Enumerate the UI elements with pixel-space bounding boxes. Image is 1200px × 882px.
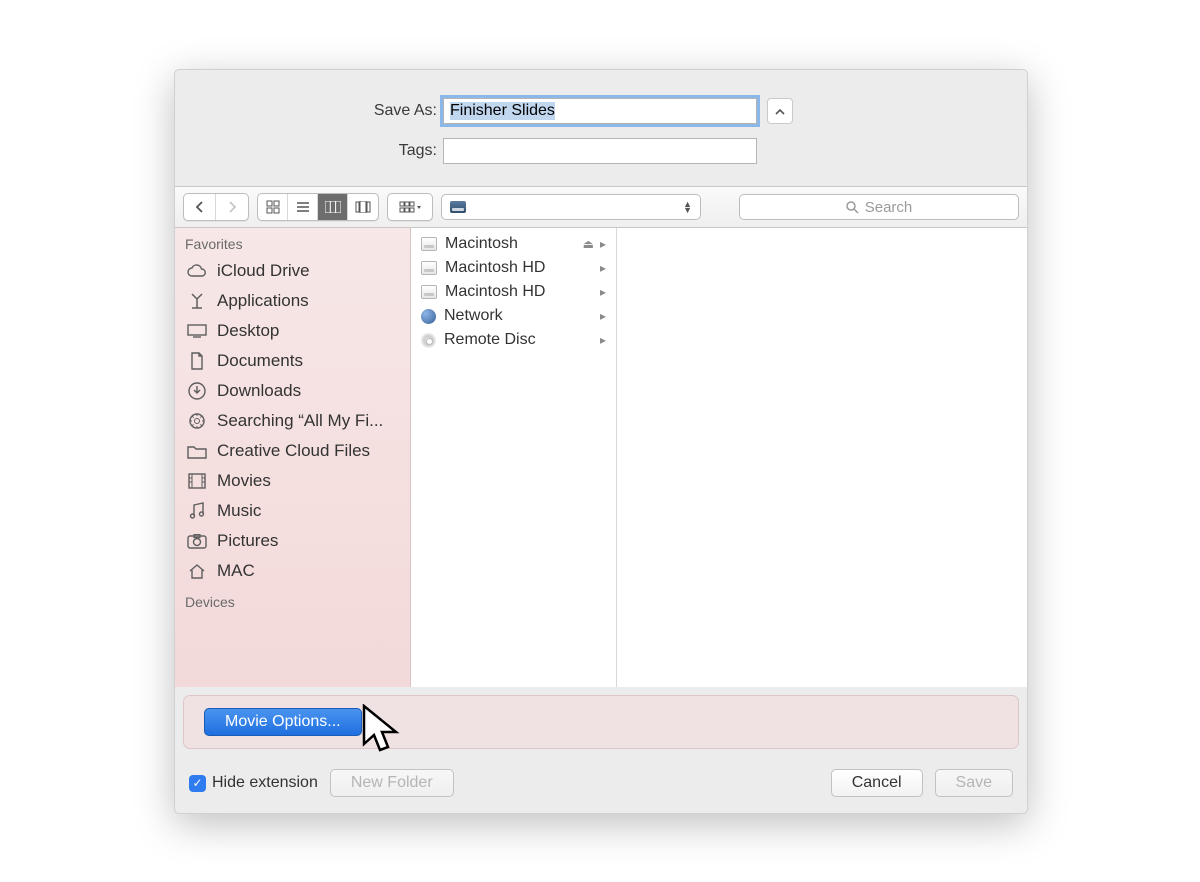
sidebar-item[interactable]: Creative Cloud Files bbox=[175, 436, 410, 466]
chevron-up-icon bbox=[775, 104, 785, 118]
column-item-label: Network bbox=[444, 307, 503, 325]
column-0[interactable]: Macintosh⏏▸Macintosh HD▸Macintosh HD▸Net… bbox=[411, 228, 617, 687]
cursor-icon bbox=[358, 704, 402, 758]
sidebar-item-label: Creative Cloud Files bbox=[217, 441, 370, 461]
view-mode-segment bbox=[257, 193, 379, 221]
sidebar-item[interactable]: Pictures bbox=[175, 526, 410, 556]
sidebar-item[interactable]: Documents bbox=[175, 346, 410, 376]
globe-icon bbox=[421, 309, 436, 324]
sidebar-item-label: Movies bbox=[217, 471, 271, 491]
column-view-button[interactable] bbox=[318, 194, 348, 220]
collapse-button[interactable] bbox=[767, 98, 793, 124]
chevron-right-icon: ▸ bbox=[600, 261, 606, 275]
cloud-icon bbox=[187, 262, 207, 280]
search-icon bbox=[187, 412, 207, 430]
column-item-label: Remote Disc bbox=[444, 331, 536, 349]
nav-history-segment bbox=[183, 193, 249, 221]
search-placeholder: Search bbox=[865, 199, 913, 216]
save-as-label: Save As: bbox=[175, 102, 443, 120]
column-item[interactable]: Network ▸ bbox=[411, 304, 616, 328]
checkmark-icon: ✓ bbox=[189, 775, 206, 792]
column-item-label: Macintosh bbox=[445, 235, 518, 253]
form-area: Save As: Tags: bbox=[175, 70, 1027, 186]
tags-input[interactable] bbox=[443, 138, 757, 164]
search-input[interactable]: Search bbox=[739, 194, 1019, 220]
column-item-label: Macintosh HD bbox=[445, 259, 545, 277]
chevron-right-icon: ▸ bbox=[600, 285, 606, 299]
sidebar-item-label: Pictures bbox=[217, 531, 278, 551]
sidebar-item-label: Music bbox=[217, 501, 261, 521]
pictures-icon bbox=[187, 532, 207, 550]
devices-heading: Devices bbox=[175, 586, 410, 614]
sidebar-item-label: MAC bbox=[217, 561, 255, 581]
sidebar-item[interactable]: Downloads bbox=[175, 376, 410, 406]
column-item-label: Macintosh HD bbox=[445, 283, 545, 301]
tags-label: Tags: bbox=[175, 142, 443, 160]
sidebar-item[interactable]: iCloud Drive bbox=[175, 256, 410, 286]
sidebar-item-label: Applications bbox=[217, 291, 309, 311]
sidebar-item[interactable]: Searching “All My Fi... bbox=[175, 406, 410, 436]
list-view-button[interactable] bbox=[288, 194, 318, 220]
location-select[interactable]: ▲▼ bbox=[441, 194, 701, 220]
column-item[interactable]: Macintosh HD ▸ bbox=[411, 256, 616, 280]
forward-button[interactable] bbox=[216, 194, 248, 220]
options-bar: Movie Options... bbox=[183, 695, 1019, 749]
save-as-input[interactable] bbox=[443, 98, 757, 124]
arrange-button[interactable] bbox=[388, 194, 432, 220]
home-icon bbox=[187, 562, 207, 580]
hide-extension-label: Hide extension bbox=[212, 774, 318, 792]
desktop-icon bbox=[187, 322, 207, 340]
sidebar-item-label: iCloud Drive bbox=[217, 261, 310, 281]
apps-icon bbox=[187, 292, 207, 310]
toolbar: ▲▼ Search bbox=[175, 186, 1027, 228]
sidebar-item-label: Searching “All My Fi... bbox=[217, 411, 383, 431]
favorites-heading: Favorites bbox=[175, 228, 410, 256]
downloads-icon bbox=[187, 382, 207, 400]
music-icon bbox=[187, 502, 207, 520]
sidebar-item-label: Downloads bbox=[217, 381, 301, 401]
coverflow-view-button[interactable] bbox=[348, 194, 378, 220]
chevron-right-icon: ▸ bbox=[600, 333, 606, 347]
sidebar-item-label: Desktop bbox=[217, 321, 279, 341]
column-item[interactable]: Remote Disc ▸ bbox=[411, 328, 616, 352]
back-button[interactable] bbox=[184, 194, 216, 220]
save-dialog: Save As: Tags: bbox=[174, 69, 1028, 814]
disc-icon bbox=[421, 333, 436, 348]
chevron-right-icon: ▸ bbox=[600, 309, 606, 323]
column-item[interactable]: Macintosh HD ▸ bbox=[411, 280, 616, 304]
icon-view-button[interactable] bbox=[258, 194, 288, 220]
sidebar-item[interactable]: Music bbox=[175, 496, 410, 526]
movies-icon bbox=[187, 472, 207, 490]
sidebar-item-label: Documents bbox=[217, 351, 303, 371]
column-item[interactable]: Macintosh ⏏ ▸ bbox=[411, 232, 616, 256]
folder-icon bbox=[187, 442, 207, 460]
footer: ✓ Hide extension New Folder Cancel Save bbox=[175, 757, 1027, 813]
column-view: Macintosh⏏▸Macintosh HD▸Macintosh HD▸Net… bbox=[411, 228, 1027, 687]
disk-icon bbox=[421, 237, 437, 251]
chevron-right-icon: ▸ bbox=[600, 237, 606, 251]
stepper-icon: ▲▼ bbox=[683, 201, 692, 213]
disk-icon bbox=[421, 261, 437, 275]
save-button[interactable]: Save bbox=[935, 769, 1013, 797]
new-folder-button[interactable]: New Folder bbox=[330, 769, 454, 797]
eject-icon: ⏏ bbox=[583, 237, 594, 251]
disk-icon bbox=[421, 285, 437, 299]
cancel-button[interactable]: Cancel bbox=[831, 769, 923, 797]
sidebar-item[interactable]: MAC bbox=[175, 556, 410, 586]
sidebar-item[interactable]: Desktop bbox=[175, 316, 410, 346]
magnifying-glass-icon bbox=[846, 201, 859, 214]
hide-extension-checkbox[interactable]: ✓ Hide extension bbox=[189, 774, 318, 792]
sidebar-item[interactable]: Applications bbox=[175, 286, 410, 316]
sidebar: Favorites iCloud Drive Applications Deskto… bbox=[175, 228, 411, 687]
documents-icon bbox=[187, 352, 207, 370]
movie-options-button[interactable]: Movie Options... bbox=[204, 708, 362, 736]
computer-icon bbox=[450, 201, 466, 213]
sidebar-item[interactable]: Movies bbox=[175, 466, 410, 496]
column-1[interactable] bbox=[617, 228, 1027, 687]
browser-area: Favorites iCloud Drive Applications Deskto… bbox=[175, 228, 1027, 687]
arrange-segment bbox=[387, 193, 433, 221]
